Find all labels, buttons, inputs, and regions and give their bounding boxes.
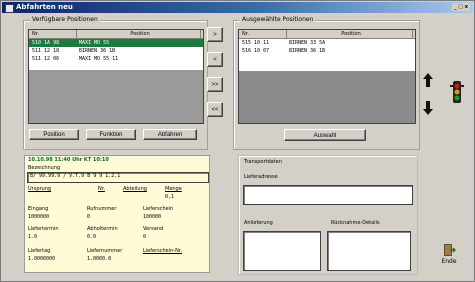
return-details-label: Rücknahme-Details — [331, 220, 380, 226]
quantity-label: Menge — [165, 186, 182, 192]
entry-value: 1000000 — [28, 214, 50, 220]
row-position: MAXI MO 55 11 — [79, 56, 119, 62]
row-nr: 511 12 06 — [32, 56, 60, 62]
position-button[interactable]: Position — [29, 129, 79, 140]
list-header: Nr. Position — [29, 30, 203, 39]
row-nr: 510 1A 98 — [32, 40, 60, 46]
col-header-position[interactable]: Position — [287, 30, 413, 38]
selected-positions-group: Ausgewählte Positionen Nr. Position 515 … — [233, 16, 420, 150]
list-item[interactable]: 511 12 18 BIRNEN 36 1B — [29, 47, 203, 55]
col-header-nr[interactable]: Nr. — [29, 30, 77, 38]
delivery-field[interactable] — [243, 231, 321, 271]
exit-button[interactable]: Ende — [435, 243, 463, 273]
selected-positions-legend: Ausgewählte Positionen — [240, 16, 316, 24]
detail-panel: 10.10.98 11:40 Uhr KT 10:10 Bezeichnung … — [24, 155, 210, 273]
row-nr: 515 10 11 — [242, 40, 270, 46]
phone-value: 0 — [87, 214, 91, 220]
pickup-date-label: Abholtermin — [87, 226, 118, 232]
add-button[interactable]: > — [207, 27, 223, 42]
col-header-position[interactable]: Position — [77, 30, 201, 38]
delivery-note-value: 100000 — [143, 214, 162, 220]
delivery-number-value: 1.0000.0 — [87, 256, 112, 262]
phone-label: Rufnummer — [87, 206, 117, 212]
depart-button[interactable]: Abfahren — [143, 129, 197, 140]
traffic-light-icon — [449, 81, 465, 107]
exit-icon — [444, 244, 456, 256]
list-empty-area — [239, 71, 415, 123]
department-label: Abteilung — [123, 186, 147, 192]
delivery-sub-label: Anlieferung — [244, 220, 273, 226]
window-controls[interactable]: _ □ x — [452, 3, 470, 11]
delivery-slip-label: Lieferschein-Nr. — [143, 248, 183, 254]
function-button[interactable]: Funktion — [86, 129, 136, 140]
delivery-day-value: 1.0000000 — [28, 256, 56, 262]
list-item[interactable]: 515 10 11 BIRNEN 33 5A — [239, 39, 415, 47]
row-position: MAXI MO 55 — [79, 40, 110, 46]
shipping-label: Versand — [143, 226, 164, 232]
app-icon — [5, 4, 14, 13]
available-positions-group: Verfügbare Positionen Nr. Position 510 1… — [23, 16, 208, 150]
pickup-date-value: 0.0 — [87, 234, 97, 240]
list-empty-area — [29, 70, 203, 123]
shipping-value: 0 — [143, 234, 147, 240]
delivery-date-label: Liefertermin — [28, 226, 59, 232]
transport-title: Transportdaten — [244, 159, 282, 165]
return-details-field[interactable] — [327, 231, 411, 271]
select-button[interactable]: Auswahl — [284, 129, 366, 141]
arrow-up-icon — [423, 73, 433, 87]
designation-label: Bezeichnung — [28, 165, 61, 171]
row-position: BIRNEN 33 5A — [289, 40, 326, 46]
delivery-date-value: 1.0 — [28, 234, 38, 240]
available-positions-list[interactable]: Nr. Position 510 1A 98 MAXI MO 55 511 12… — [28, 29, 204, 124]
list-item[interactable]: 511 12 06 MAXI MO 55 11 — [29, 55, 203, 63]
delivery-note-label: Lieferschein — [143, 206, 174, 212]
origin-label: Ursprung — [28, 186, 52, 192]
row-position: BIRNEN 36 1B — [79, 48, 116, 54]
move-up-button[interactable] — [423, 73, 433, 89]
remove-all-button[interactable]: << — [207, 102, 223, 117]
exit-label: Ende — [441, 258, 457, 265]
designation-value: B/ 99.99.9 / V.T.9 B 9 9 1.2.1 — [30, 173, 121, 179]
delivery-day-label: Liefertag — [28, 248, 51, 254]
detail-header: 10.10.98 11:40 Uhr KT 10:10 — [28, 157, 109, 163]
delivery-number-label: Liefernummer — [87, 248, 123, 254]
number-label: Nr. — [98, 186, 105, 192]
list-item[interactable]: 510 1A 98 MAXI MO 55 — [29, 39, 203, 47]
list-header: Nr. Position — [239, 30, 415, 39]
add-all-button[interactable]: >> — [207, 77, 223, 92]
col-header-nr[interactable]: Nr. — [239, 30, 287, 38]
remove-button[interactable]: < — [207, 52, 223, 67]
list-item[interactable]: 516 10 07 BIRNEN 36 1B — [239, 47, 415, 55]
main-window: Abfahrten neu _ □ x Verfügbare Positione… — [0, 0, 475, 282]
delivery-address-field[interactable] — [243, 185, 413, 205]
row-nr: 516 10 07 — [242, 48, 270, 54]
row-position: BIRNEN 36 1B — [289, 48, 326, 54]
entry-label: Eingang — [28, 206, 49, 212]
arrow-down-icon — [423, 101, 433, 115]
transport-group: Transportdaten Lieferadresse Anlieferung… — [238, 155, 418, 275]
quantity-value: 0,1 — [165, 194, 175, 200]
window-title: Abfahrten neu — [16, 3, 73, 11]
available-positions-legend: Verfügbare Positionen — [30, 16, 100, 24]
row-nr: 511 12 18 — [32, 48, 60, 54]
title-bar: Abfahrten neu _ □ x — [2, 2, 473, 13]
selected-positions-list[interactable]: Nr. Position 515 10 11 BIRNEN 33 5A 516 … — [238, 29, 416, 124]
move-down-button[interactable] — [423, 101, 433, 117]
delivery-address-label: Lieferadresse — [244, 174, 278, 180]
designation-field[interactable]: B/ 99.99.9 / V.T.9 B 9 9 1.2.1 — [27, 172, 209, 183]
